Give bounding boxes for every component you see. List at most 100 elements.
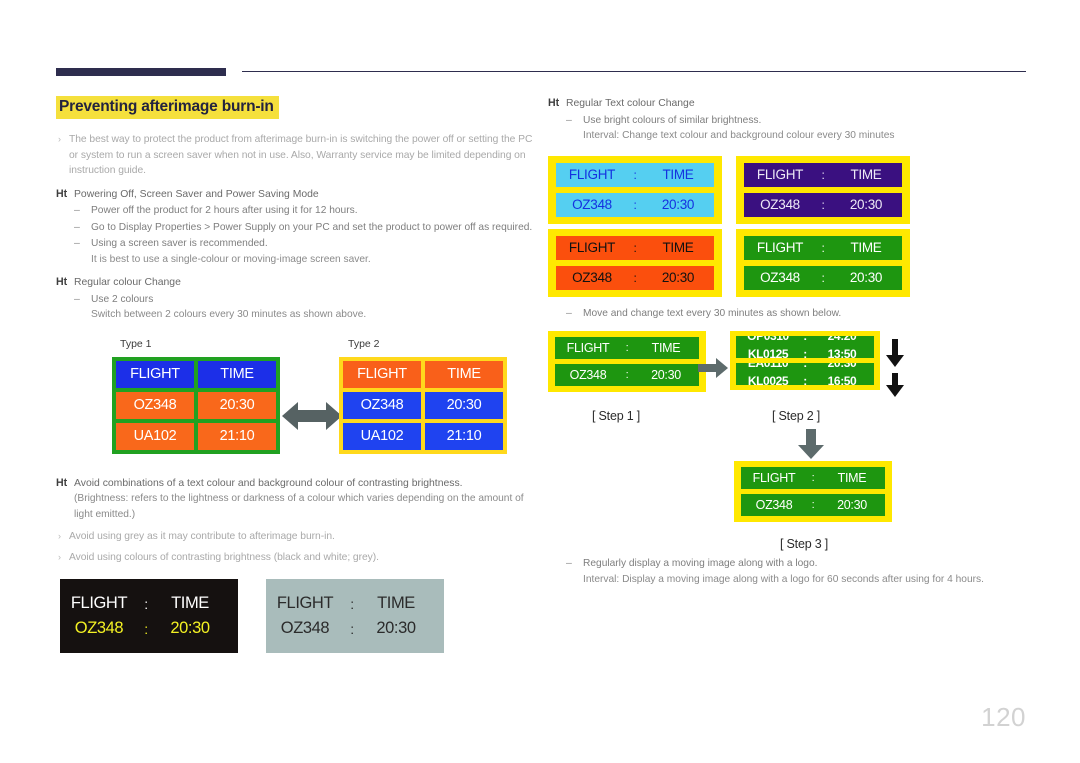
cyan-panel-row-1: FLIGHT : TIME xyxy=(556,162,714,187)
bullet-icon: › xyxy=(58,551,61,562)
separator: : xyxy=(633,197,637,212)
step2-win2-bottom-time: 16:50 xyxy=(827,374,857,385)
step2-caption: [ Step 2 ] xyxy=(772,409,821,423)
step3-row-2: OZ348 : 20:30 xyxy=(741,494,885,516)
green-row1-time: TIME xyxy=(850,240,882,255)
bullet-icon: › xyxy=(58,531,61,541)
separator: : xyxy=(803,374,807,385)
brightness-note-1: › Avoid using grey as it may contribute … xyxy=(56,529,536,545)
grey-board-row1-time: TIME xyxy=(377,594,415,612)
textcolour-item-1: – Use bright colours of similar brightne… xyxy=(548,113,1028,129)
dash-icon: – xyxy=(74,237,80,249)
purple-row2-time: 20:30 xyxy=(849,197,883,212)
type2-flight-table: FLIGHT TIME OZ348 20:30 UA102 21:10 xyxy=(339,356,507,454)
type1-header-flight: FLIGHT xyxy=(116,360,194,388)
dark-board-row1-flight: FLIGHT xyxy=(70,594,128,612)
textcolour-item-1-text: Use bright colours of similar brightness… xyxy=(583,114,762,126)
section-brightness-heading-text: Avoid combinations of a text colour and … xyxy=(74,477,463,489)
grey-board-row2-time: 20:30 xyxy=(376,619,416,637)
type2-row2-time: 21:10 xyxy=(425,422,503,450)
purple-row1-flight: FLIGHT xyxy=(756,167,804,182)
type2-header-flight: FLIGHT xyxy=(343,360,421,388)
purple-row1-time: TIME xyxy=(850,167,882,182)
step1-row1-flight: FLIGHT xyxy=(566,341,610,355)
green-row1-flight: FLIGHT xyxy=(756,240,804,255)
step2-scroll-window-1: OP0310 : 24:20 KL0125 : 13:50 xyxy=(736,336,874,358)
step3-row1-time: TIME xyxy=(837,471,867,485)
orange-row2-flight: OZ348 xyxy=(572,270,612,285)
separator: : xyxy=(633,240,637,255)
move-text-item: – Move and change text every 30 minutes … xyxy=(548,306,1028,322)
type2-label: Type 2 xyxy=(348,337,380,350)
logo-item-1-sub: Interval: Display a moving image along w… xyxy=(583,573,984,585)
orange-row2-time: 20:30 xyxy=(661,270,695,285)
step3-row1-flight: FLIGHT xyxy=(752,471,796,485)
purple-panel-row-2: OZ348 : 20:30 xyxy=(744,192,902,217)
section-brightness-sub: (Brightness: refers to the lightness or … xyxy=(74,493,524,520)
ht-mark: Ht xyxy=(56,276,68,288)
step2-win2-bottom-flight: KL0025 xyxy=(747,374,789,385)
separator: : xyxy=(144,595,148,612)
power-item-2: – Go to Display Properties > Power Suppl… xyxy=(56,220,536,236)
power-item-3-sub: It is best to use a single-colour or mov… xyxy=(91,253,371,265)
green-row2-time: 20:30 xyxy=(849,270,883,285)
step3-row-1: FLIGHT : TIME xyxy=(741,467,885,489)
bullet-icon: › xyxy=(58,134,61,144)
step2-win1-bottom-row: KL0125 : 13:50 xyxy=(736,345,874,358)
step1-row-2: OZ348 : 20:30 xyxy=(555,364,699,386)
step2-win2-bottom-row: KL0025 : 16:50 xyxy=(736,372,874,385)
separator: : xyxy=(803,363,807,370)
step2-win2-top-row: EA0110 : 20:30 xyxy=(736,363,874,372)
separator: : xyxy=(633,167,637,182)
step2-win1-bottom-time: 13:50 xyxy=(827,347,857,358)
step-diagram: FLIGHT : TIME OZ348 : 20:30 OP0310: 24:… xyxy=(548,331,1028,551)
dark-board-row-1: FLIGHT : TIME xyxy=(60,591,238,616)
type2-row1-flight: OZ348 xyxy=(343,391,421,419)
ht-mark: Ht xyxy=(548,97,560,109)
dash-icon: – xyxy=(74,292,80,305)
logo-item-1-text: Regularly display a moving image along w… xyxy=(583,558,818,569)
section-colour-heading: Ht Regular colour Change xyxy=(56,275,536,291)
document-page: Preventing afterimage burn-in › The best… xyxy=(0,0,1080,763)
orange-panel: FLIGHT : TIME OZ348 : 20:30 xyxy=(548,228,722,297)
intro-note-text: The best way to protect the product from… xyxy=(69,134,533,176)
type2-row1-time: 20:30 xyxy=(425,391,503,419)
section-brightness-heading: Ht Avoid combinations of a text colour a… xyxy=(56,476,536,492)
separator: : xyxy=(821,270,825,285)
down-arrow-icon xyxy=(796,429,826,464)
dash-icon: – xyxy=(74,204,80,216)
header-rule-thick xyxy=(56,68,226,76)
step1-row2-flight: OZ348 xyxy=(569,368,607,382)
textcolour-item-1-sub: Interval: Change text colour and backgro… xyxy=(583,130,895,141)
step2-win1-top-flight: OP0310 xyxy=(747,336,789,343)
step1-board: FLIGHT : TIME OZ348 : 20:30 xyxy=(548,331,706,392)
ht-mark: Ht xyxy=(56,187,68,200)
green-panel-row-2: OZ348 : 20:30 xyxy=(744,265,902,290)
orange-panel-row-2: OZ348 : 20:30 xyxy=(556,265,714,290)
dark-sample-board: FLIGHT : TIME OZ348 : 20:30 xyxy=(60,579,238,653)
section-power-heading: Ht Powering Off, Screen Saver and Power … xyxy=(56,187,536,203)
power-item-1-text: Power off the product for 2 hours after … xyxy=(91,205,358,216)
step3-board: FLIGHT : TIME OZ348 : 20:30 xyxy=(734,461,892,522)
section-power-heading-text: Powering Off, Screen Saver and Power Sav… xyxy=(74,188,319,200)
type1-row2-flight: UA102 xyxy=(116,422,194,450)
step2-win1-top-row: OP0310 : 24:20 xyxy=(736,336,874,345)
step2-win2-top-flight: EA0110 xyxy=(747,363,789,370)
section-textcolour-heading: Ht Regular Text colour Change xyxy=(548,96,1028,112)
contrast-sample-figure: FLIGHT : TIME OZ348 : 20:30 FLIGHT : TIM… xyxy=(56,579,536,657)
separator: : xyxy=(811,472,815,484)
cyan-panel-row-2: OZ348 : 20:30 xyxy=(556,192,714,217)
dash-icon: – xyxy=(566,306,572,319)
page-number: 120 xyxy=(981,702,1026,732)
step2-win1-bottom-flight: KL0125 xyxy=(747,347,789,358)
dash-icon: – xyxy=(566,557,572,569)
power-item-3-text: Using a screen saver is recommended. xyxy=(91,238,268,249)
orange-panel-row-1: FLIGHT : TIME xyxy=(556,235,714,260)
orange-row1-flight: FLIGHT xyxy=(568,240,616,255)
orange-row1-time: TIME xyxy=(662,240,694,255)
purple-panel: FLIGHT : TIME OZ348 : 20:30 xyxy=(736,155,910,224)
colour-panel-grid: FLIGHT : TIME OZ348 : 20:30 FLIGHT : TIM… xyxy=(548,155,1028,297)
power-item-1: – Power off the product for 2 hours afte… xyxy=(56,203,536,219)
separator: : xyxy=(821,197,825,212)
power-item-2-text: Go to Display Properties > Power Supply … xyxy=(91,221,533,233)
